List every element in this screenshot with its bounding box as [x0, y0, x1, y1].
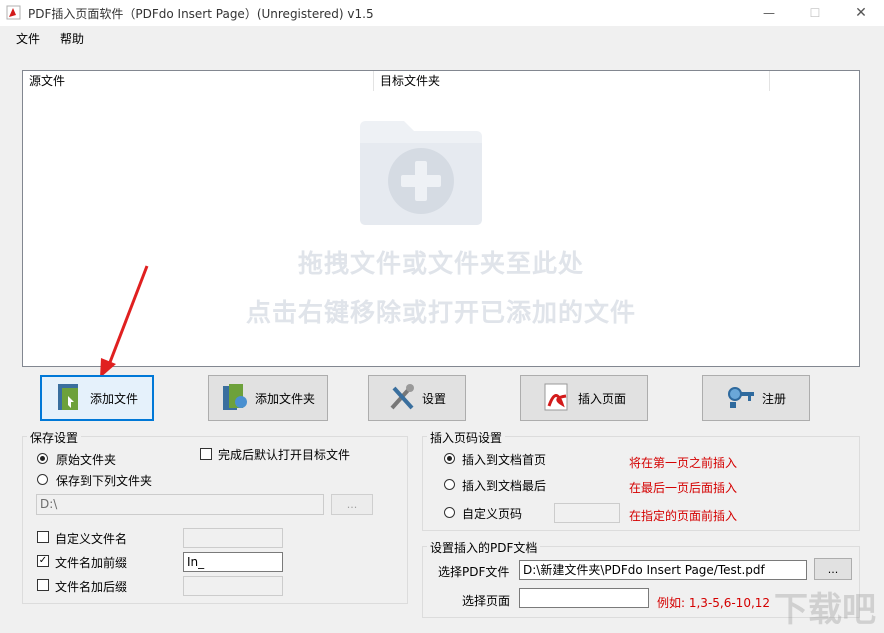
folder-path-input[interactable]: D:\: [36, 494, 324, 515]
maximize-button[interactable]: ☐: [792, 0, 838, 26]
prefix-label: 文件名加前缀: [55, 556, 128, 570]
save-settings-title: 保存设置: [27, 429, 82, 446]
menu-bar: [0, 26, 884, 50]
settings-button[interactable]: 设置: [368, 375, 466, 421]
insert-last-label: 插入到文档最后: [462, 479, 547, 493]
suffix-input[interactable]: [183, 576, 283, 596]
minimize-button[interactable]: —: [746, 0, 792, 26]
add-folder-button[interactable]: 添加文件夹: [208, 375, 328, 421]
menu-help[interactable]: 帮助: [60, 30, 84, 47]
custom-page-note: 在指定的页面前插入: [629, 509, 738, 523]
menu-file[interactable]: 文件: [16, 30, 40, 47]
pdf-icon: [542, 382, 578, 415]
custom-name-input[interactable]: [183, 528, 283, 548]
pdf-app-icon: [6, 5, 21, 20]
pdf-settings-title: 设置插入的PDF文档: [427, 539, 541, 556]
key-icon: [726, 382, 762, 415]
original-folder-label: 原始文件夹: [56, 453, 117, 467]
suffix-checkbox[interactable]: [37, 579, 49, 591]
window-title: PDF插入页面软件（PDFdo Insert Page）(Unregistere…: [28, 7, 374, 21]
pdf-path-input[interactable]: D:\新建文件夹\PDFdo Insert Page/Test.pdf: [519, 560, 807, 580]
open-after-checkbox[interactable]: [200, 448, 212, 460]
prefix-checkbox[interactable]: ✓: [37, 555, 49, 567]
add-file-icon: [56, 382, 90, 415]
add-folder-icon: [221, 382, 255, 415]
register-button[interactable]: 注册: [702, 375, 810, 421]
red-arrow-annotation: [95, 262, 155, 385]
save-to-folder-label: 保存到下列文件夹: [56, 474, 153, 488]
custom-page-label: 自定义页码: [462, 507, 523, 521]
insert-last-note: 在最后一页后面插入: [629, 481, 738, 495]
pdf-browse-button[interactable]: ...: [814, 558, 852, 580]
radio-save-to-folder[interactable]: [37, 474, 48, 485]
radio-original-folder[interactable]: [37, 453, 48, 464]
insert-first-label: 插入到文档首页: [462, 453, 547, 467]
radio-insert-last[interactable]: [444, 479, 455, 490]
add-file-button[interactable]: 添加文件: [40, 375, 154, 421]
radio-insert-first[interactable]: [444, 453, 455, 464]
folder-browse-button[interactable]: ...: [331, 494, 373, 515]
column-source[interactable]: 源文件: [23, 71, 374, 91]
column-target[interactable]: 目标文件夹: [374, 71, 770, 91]
insert-settings-title: 插入页码设置: [427, 429, 506, 446]
site-watermark: 下载吧: [774, 590, 876, 630]
add-file-label: 添加文件: [89, 391, 138, 406]
select-page-label: 选择页面: [462, 594, 511, 608]
add-folder-watermark-icon: [356, 119, 486, 230]
custom-name-checkbox[interactable]: [37, 531, 49, 543]
suffix-label: 文件名加后缀: [55, 580, 128, 594]
add-folder-label: 添加文件夹: [254, 391, 315, 406]
insert-first-note: 将在第一页之前插入: [629, 456, 738, 470]
insert-page-button[interactable]: 插入页面: [520, 375, 648, 421]
select-pdf-label: 选择PDF文件: [438, 565, 510, 579]
custom-name-label: 自定义文件名: [55, 532, 128, 546]
register-label: 注册: [761, 391, 786, 406]
prefix-input[interactable]: In_: [183, 552, 283, 572]
tools-icon: [388, 382, 422, 415]
close-button[interactable]: ✕: [838, 0, 884, 26]
checkmark-icon: ✓: [38, 555, 48, 566]
select-page-input[interactable]: [519, 588, 649, 608]
page-example-note: 例如: 1,3-5,6-10,12: [657, 596, 771, 610]
radio-custom-page[interactable]: [444, 507, 455, 518]
custom-page-input[interactable]: [554, 503, 620, 523]
settings-label: 设置: [421, 391, 446, 406]
insert-page-label: 插入页面: [577, 391, 626, 406]
open-after-label: 完成后默认打开目标文件: [218, 448, 351, 462]
